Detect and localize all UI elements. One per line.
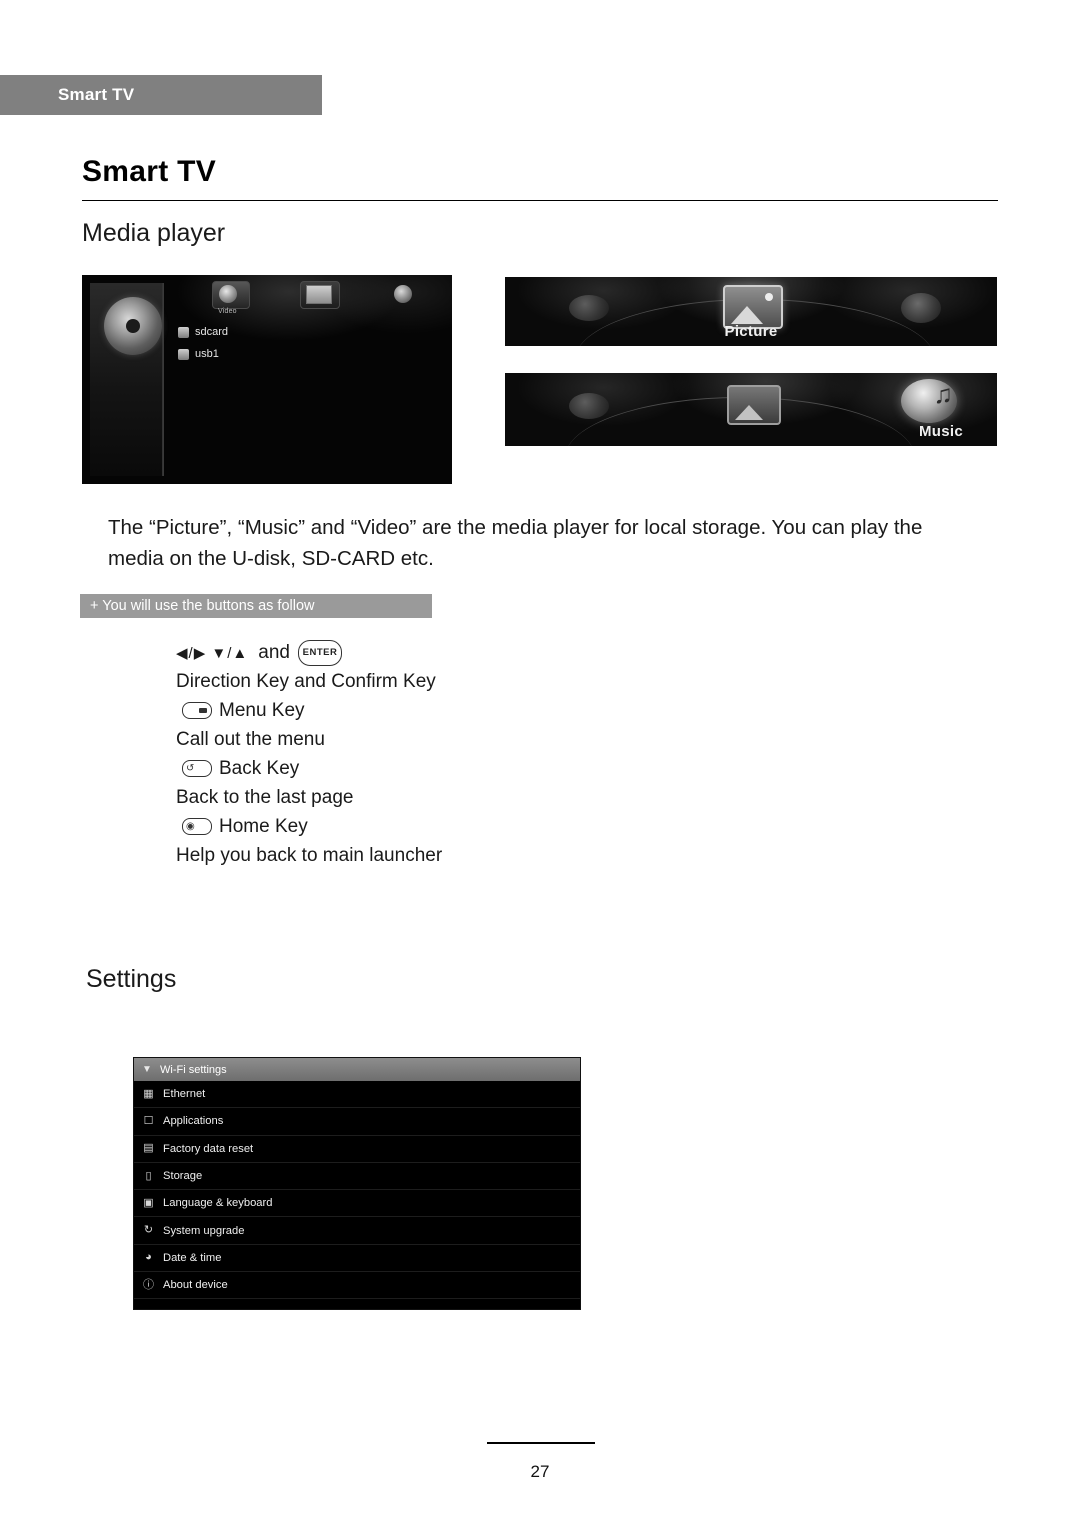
menu-key-label: Menu Key (219, 699, 305, 721)
panel-divider (163, 283, 164, 476)
music-icon (901, 293, 941, 323)
settings-titlebar: ▼ Wi-Fi settings (134, 1058, 580, 1081)
note-ribbon: + You will use the buttons as follow (80, 594, 432, 618)
picture-caption: Picture (724, 323, 778, 340)
and-word: and (258, 641, 290, 663)
settings-row-applications[interactable]: ☐ Applications (134, 1108, 580, 1136)
media-player-paragraph: The “Picture”, “Music” and “Video” are t… (108, 516, 923, 570)
settings-row-label: About device (163, 1279, 228, 1292)
title-divider (82, 200, 998, 201)
picture-icon (306, 285, 332, 304)
storage-list: sdcard usb1 (178, 323, 228, 367)
storage-label: usb1 (195, 348, 219, 360)
film-icon (569, 393, 609, 419)
settings-row-label: Applications (163, 1115, 224, 1128)
key-desc-menu: Call out the menu (176, 729, 325, 750)
language-icon: ▣ (143, 1196, 154, 1209)
settings-row-label: System upgrade (163, 1224, 245, 1237)
settings-row-label: Factory data reset (163, 1142, 254, 1155)
settings-title: Wi-Fi settings (160, 1063, 227, 1076)
settings-row-factory-data-reset[interactable]: ▤ Factory data reset (134, 1135, 580, 1163)
storage-label: sdcard (195, 326, 229, 338)
applications-icon: ☐ (143, 1114, 154, 1127)
note-ribbon-label: + You will use the buttons as follow (90, 598, 315, 614)
back-key-icon: ↺ (182, 760, 212, 777)
list-item: usb1 (178, 345, 228, 363)
music-icon (394, 285, 412, 303)
direction-arrows-icon: ◀/▶ ▼/▲ (176, 644, 249, 662)
factory-reset-icon: ▤ (143, 1142, 154, 1155)
settings-row-storage[interactable]: ▯ Storage (134, 1162, 580, 1191)
list-item: sdcard (178, 323, 228, 341)
music-caption: Music (918, 423, 963, 440)
settings-row-label: Storage (163, 1170, 203, 1183)
picture-icon (727, 385, 781, 425)
settings-row-label: Ethernet (163, 1088, 206, 1101)
upgrade-icon: ↻ (143, 1224, 154, 1237)
key-desc-direction: Direction Key and Confirm Key (176, 671, 436, 692)
key-row-home: ◉ Home Key (176, 812, 796, 841)
home-key-icon: ◉ (182, 818, 212, 835)
drive-icon (178, 326, 189, 338)
storage-icon: ▯ (145, 1169, 152, 1182)
key-row-menu: Menu Key (176, 696, 796, 725)
clock-icon: ◕ (145, 1251, 152, 1264)
music-note-glyph: ♫ (933, 379, 954, 409)
page-number: 27 (530, 1462, 550, 1481)
film-disc-icon (104, 297, 162, 355)
footer-divider (487, 1442, 595, 1444)
settings-heading: Settings (86, 965, 177, 993)
drive-icon (178, 348, 189, 360)
settings-row-about-device[interactable]: ⓘ About device (134, 1272, 580, 1300)
wifi-icon: ▼ (142, 1064, 152, 1075)
home-key-label: Home Key (219, 815, 308, 837)
key-desc-back: Back to the last page (176, 787, 354, 808)
settings-row-language-keyboard[interactable]: ▣ Language & keyboard (134, 1190, 580, 1218)
settings-row-system-upgrade[interactable]: ↻ System upgrade (134, 1217, 580, 1245)
settings-row-ethernet[interactable]: ▦ Ethernet (134, 1081, 580, 1109)
film-icon (569, 295, 609, 321)
media-player-heading: Media player (82, 219, 226, 247)
page-title: Smart TV (82, 155, 217, 188)
back-key-label: Back Key (219, 757, 300, 779)
enter-key-icon: ENTER (297, 639, 342, 666)
key-desc-home: Help you back to main launcher (176, 845, 443, 866)
video-browser-screenshot: Video sdcard usb1 (82, 275, 452, 484)
video-left-panel (90, 283, 163, 476)
menu-key-icon (182, 702, 212, 719)
tab-video-caption: Video (218, 308, 237, 315)
film-icon (219, 285, 237, 303)
ethernet-icon: ▦ (143, 1087, 154, 1100)
key-legend: ◀/▶ ▼/▲ and ENTER Direction Key and Conf… (176, 638, 796, 870)
settings-row-label: Language & keyboard (163, 1197, 273, 1210)
settings-row-label: Date & time (163, 1251, 222, 1264)
key-row-direction: ◀/▶ ▼/▲ and ENTER (176, 638, 796, 667)
settings-row-date-time[interactable]: ◕ Date & time (134, 1244, 580, 1273)
picture-tab-screenshot: Picture (505, 277, 997, 346)
key-row-back: ↺ Back Key (176, 754, 796, 783)
settings-screenshot: ▼ Wi-Fi settings ▦ Ethernet ☐ Applicatio… (133, 1057, 581, 1310)
music-tab-screenshot: ♫ Music (505, 373, 997, 446)
header-tab: Smart TV (0, 75, 322, 115)
info-icon: ⓘ (143, 1278, 154, 1291)
header-tab-label: Smart TV (58, 85, 135, 104)
